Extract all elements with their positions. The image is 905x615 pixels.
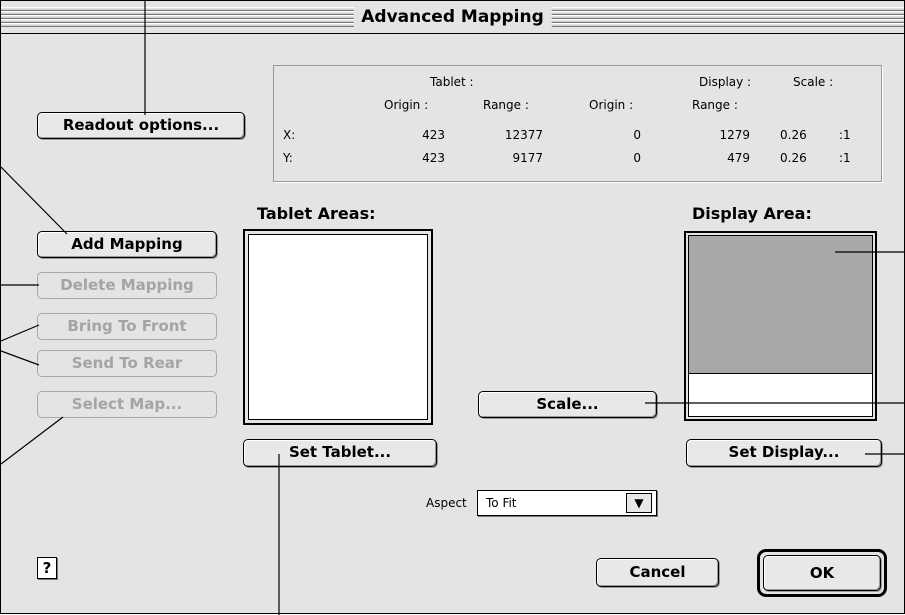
x-tablet-origin: 423 [422,128,445,142]
display-area-canvas[interactable] [688,235,873,417]
display-mapping-rect[interactable] [689,236,872,374]
x-scale-ratio: :1 [839,128,851,142]
callout-bring-to-front [1,324,40,342]
y-tablet-origin: 423 [422,151,445,165]
display-origin-header: Origin : [589,98,634,112]
tablet-origin-header: Origin : [384,98,429,112]
display-area-frame [684,231,877,421]
ok-default-ring: OK [757,549,887,597]
scale-header: Scale : [793,75,834,89]
ok-button[interactable]: OK [763,555,881,591]
tablet-range-header: Range : [483,98,529,112]
display-area-label: Display Area: [692,204,812,223]
readout-panel: Tablet : Display : Scale : Origin : Rang… [273,65,882,182]
x-scale: 0.26 [780,128,807,142]
help-icon[interactable]: ? [37,557,57,579]
callout-send-to-rear [1,350,40,366]
aspect-select[interactable]: To Fit ▼ [477,490,657,516]
window-title: Advanced Mapping [353,7,552,28]
y-scale-ratio: :1 [839,151,851,165]
advanced-mapping-dialog: Advanced Mapping Readout options... Tabl… [0,0,905,615]
tablet-areas-label: Tablet Areas: [257,204,376,223]
y-display-range: 479 [727,151,750,165]
x-tablet-range: 12377 [504,128,543,142]
scale-button[interactable]: Scale... [478,391,657,418]
tablet-areas-canvas[interactable] [248,234,428,420]
callout-add-mapping [1,166,68,235]
y-display-origin: 0 [633,151,641,165]
callout-select-map [1,416,64,465]
x-axis-label: X: [283,128,296,142]
set-display-button[interactable]: Set Display... [686,439,882,467]
tablet-header: Tablet : [430,75,474,89]
chevron-down-icon[interactable]: ▼ [626,493,652,513]
x-display-origin: 0 [633,128,641,142]
cancel-button[interactable]: Cancel [596,558,719,587]
y-tablet-range: 9177 [512,151,543,165]
display-header: Display : [699,75,752,89]
x-display-range: 1279 [719,128,750,142]
y-scale: 0.26 [780,151,807,165]
title-bar[interactable]: Advanced Mapping [1,1,904,34]
send-to-rear-button[interactable]: Send To Rear [37,350,217,377]
y-axis-label: Y: [283,151,293,165]
bring-to-front-button[interactable]: Bring To Front [37,313,217,340]
readout-options-button[interactable]: Readout options... [37,112,245,139]
display-range-header: Range : [692,98,738,112]
aspect-selected-value: To Fit [486,496,517,510]
aspect-label: Aspect [426,496,467,510]
add-mapping-button[interactable]: Add Mapping [37,231,217,258]
set-tablet-button[interactable]: Set Tablet... [243,439,437,467]
delete-mapping-button[interactable]: Delete Mapping [37,272,217,299]
tablet-areas-frame [243,229,433,425]
select-map-button[interactable]: Select Map... [37,391,217,418]
